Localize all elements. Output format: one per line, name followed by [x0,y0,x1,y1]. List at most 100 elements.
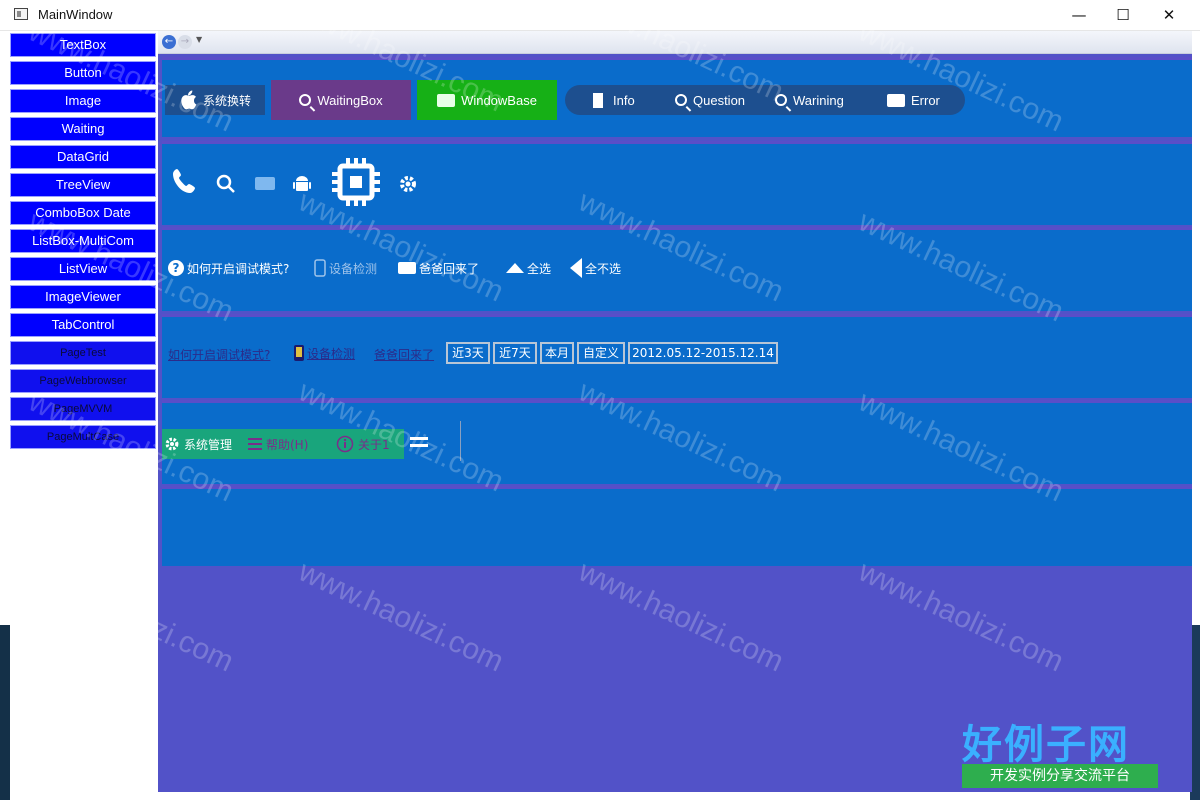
phone-icon[interactable] [170,166,202,198]
monitor-icon [398,262,416,274]
error-button[interactable]: Error [887,85,940,115]
system-switch-button[interactable]: 系统换转 [165,85,265,115]
app-icon [14,8,28,20]
sidebar-item-pagetest[interactable]: PageTest [10,341,156,365]
debug-mode-link[interactable]: ? 如何开启调试模式? [168,257,289,279]
link-row-panel: ? 如何开启调试模式? 设备检测 爸爸回来了 全选 全不选 [162,227,1192,311]
waiting-box-button[interactable]: WaitingBox [271,80,411,120]
device-check-link[interactable]: 设备检测 [314,257,377,279]
brand-name: 好例子网 [962,722,1130,768]
debug-mode-label: 如何开启调试模式? [187,261,290,276]
sidebar-item-listbox-multicom[interactable]: ListBox-MultiCom [10,229,156,253]
select-all-link[interactable]: 全选 [506,257,551,279]
menu-bar: 系统管理 帮助(H) 关于1 [162,429,404,459]
window-base-button[interactable]: WindowBase [417,80,557,120]
window-title: MainWindow [38,7,113,22]
dad-back-label: 爸爸回来了 [419,261,480,276]
window-base-label: WindowBase [461,92,537,108]
question-icon: ? [168,260,184,276]
search-icon [775,94,787,106]
debug-mode-hyperlink[interactable]: 如何开启调试模式? [168,346,270,363]
sidebar-item-treeview[interactable]: TreeView [10,173,156,197]
error-label: Error [911,92,940,108]
film-icon [589,92,607,108]
triangle-up-icon [506,263,524,273]
date-range-display: 2012.05.12-2015.12.14 [628,342,778,364]
vertical-divider [460,421,461,461]
info-button[interactable]: Info [589,85,635,115]
list-icon [248,438,262,450]
monitor-icon [887,93,905,107]
sidebar-item-pagewebbrowser[interactable]: PageWebbrowser [10,369,156,393]
maximize-button[interactable]: ☐ [1100,0,1146,30]
chip-icon[interactable] [330,156,382,208]
menu-about[interactable]: 关于1 [336,429,390,459]
sidebar-item-tabcontrol[interactable]: TabControl [10,313,156,337]
sidebar-item-waiting[interactable]: Waiting [10,117,156,141]
search-icon[interactable] [216,174,236,194]
sidebar-item-button[interactable]: Button [10,61,156,85]
message-button-group: Info Question Warining Error [565,85,965,115]
date-button-3-days[interactable]: 近3天 [446,342,490,364]
menu-system-manage-label: 系统管理 [184,437,233,452]
sidebar-item-combobox-date[interactable]: ComboBox Date [10,201,156,225]
sidebar-item-pagemvvm[interactable]: PageMVVM [10,397,156,421]
sidebar-item-datagrid[interactable]: DataGrid [10,145,156,169]
apple-icon [181,90,197,110]
search-icon [675,94,687,106]
select-all-label: 全选 [527,261,552,276]
date-button-this-month[interactable]: 本月 [540,342,574,364]
desktop-background [0,625,10,800]
history-dropdown-icon[interactable]: ▼ [196,35,202,44]
menu-about-label: 关于1 [358,437,390,452]
monitor-icon[interactable] [254,176,276,192]
brand-logo: 好例子网 开发实例分享交流平台 [962,712,1162,790]
main-content: ← → ▼ 系统换转 WaitingBox WindowBase Info Qu… [158,31,1192,792]
phone-device-icon [294,345,304,361]
brand-tagline: 开发实例分享交流平台 [962,764,1158,788]
date-button-7-days[interactable]: 近7天 [493,342,537,364]
menu-help[interactable]: 帮助(H) [248,429,308,459]
phone-device-icon [314,259,326,277]
info-icon [336,435,354,453]
sidebar-item-image[interactable]: Image [10,89,156,113]
system-switch-label: 系统换转 [202,93,251,108]
menu-help-label: 帮助(H) [266,437,309,452]
monitor-icon [437,93,456,107]
warning-label: Warining [793,92,844,108]
info-label: Info [613,92,635,108]
sidebar-item-textbox[interactable]: TextBox [10,33,156,57]
android-icon[interactable] [292,173,312,195]
sidebar-item-pagemultcase[interactable]: PageMultCase [10,425,156,449]
hamburger-menu-icon[interactable] [410,437,428,451]
date-button-custom[interactable]: 自定义 [577,342,625,364]
back-arrow-icon[interactable]: ← [162,35,176,49]
date-row-panel: 如何开启调试模式? 设备检测 爸爸回来了 近3天 近7天 本月 自定义 2012… [162,314,1192,398]
browser-nav-bar: ← → ▼ [158,31,1192,54]
menu-system-manage[interactable]: 系统管理 [164,429,232,459]
sidebar-item-listview[interactable]: ListView [10,257,156,281]
device-check-hyperlink-label: 设备检测 [307,346,356,361]
gear-icon[interactable] [398,174,418,194]
title-bar: MainWindow — ☐ ✕ [0,0,1200,31]
select-none-label: 全不选 [585,261,622,276]
menu-row-panel: 系统管理 帮助(H) 关于1 [162,400,1192,484]
sidebar-item-imageviewer[interactable]: ImageViewer [10,285,156,309]
close-button[interactable]: ✕ [1146,0,1192,30]
dad-back-hyperlink[interactable]: 爸爸回来了 [374,346,434,363]
triangle-left-icon [570,258,582,278]
select-none-link[interactable]: 全不选 [570,257,621,279]
forward-arrow-icon[interactable]: → [178,35,192,49]
minimize-button[interactable]: — [1056,0,1102,30]
question-button[interactable]: Question [675,85,745,115]
question-label: Question [693,92,746,108]
device-check-label: 设备检测 [329,261,378,276]
dad-back-link[interactable]: 爸爸回来了 [398,257,479,279]
empty-panel [162,486,1192,566]
sidebar: TextBox Button Image Waiting DataGrid Tr… [10,31,157,800]
waiting-box-label: WaitingBox [317,92,383,108]
warning-button[interactable]: Warining [775,85,844,115]
device-check-hyperlink[interactable]: 设备检测 [293,344,355,362]
search-icon [299,94,312,106]
gear-icon [165,437,179,451]
